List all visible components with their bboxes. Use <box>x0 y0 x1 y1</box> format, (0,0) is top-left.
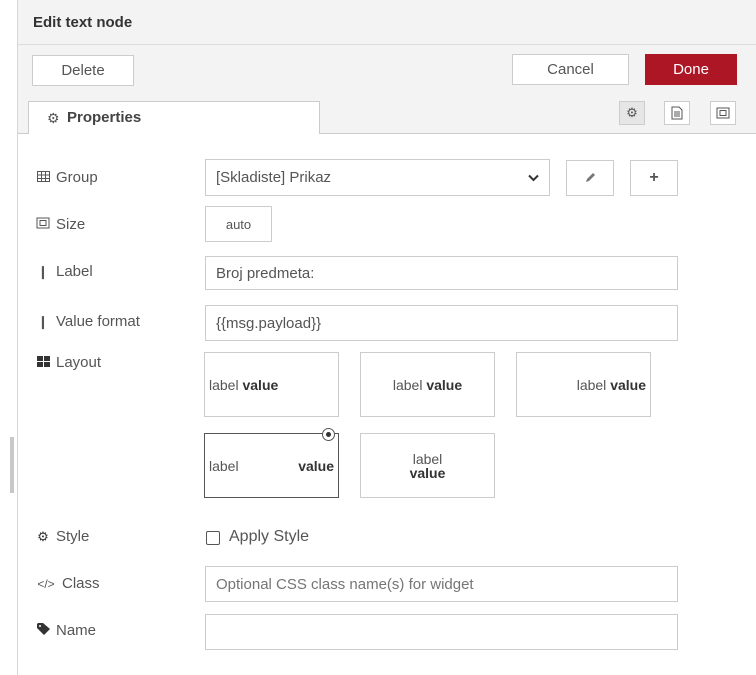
layout-option-spread[interactable]: label value <box>204 428 339 498</box>
layout-option-label: label <box>392 376 423 393</box>
i-cursor-icon: ❙ <box>37 313 49 329</box>
layout-option-value: value <box>242 376 279 393</box>
layout-option-label: label <box>209 376 239 393</box>
layout-option-label: label <box>412 450 443 467</box>
table-icon <box>35 170 51 185</box>
layout-option-label: label <box>209 457 239 474</box>
cancel-button[interactable]: Cancel <box>512 54 629 85</box>
tray-header: Edit text node <box>18 0 756 45</box>
group-select[interactable]: [Skladiste] Prikaz <box>205 159 550 196</box>
size-label-text: Size <box>56 216 86 233</box>
layout-option-value: value <box>409 464 446 481</box>
layout-label-text: Layout <box>56 354 102 371</box>
name-input[interactable] <box>205 614 678 650</box>
group-select-value: [Skladiste] Prikaz <box>216 169 332 186</box>
size-icon <box>35 217 51 232</box>
resize-handle[interactable] <box>10 437 14 493</box>
description-tab-button[interactable] <box>664 101 690 125</box>
pencil-icon <box>586 173 595 182</box>
size-button[interactable]: auto <box>205 206 272 242</box>
value-format-label-text: Value format <box>56 313 140 330</box>
layout-option-end[interactable]: label value <box>516 352 651 417</box>
i-cursor-icon: ❙ <box>37 263 49 279</box>
group-label-text: Group <box>56 169 98 186</box>
code-icon: </> <box>37 576 55 591</box>
tray-toolbar: Delete Cancel Done <box>18 45 756 93</box>
edit-group-button[interactable] <box>566 160 614 196</box>
layout-label: Layout <box>35 354 101 371</box>
layout-option-start[interactable]: label value <box>204 352 339 417</box>
chevron-down-icon <box>528 169 539 186</box>
label-label: ❙ Label <box>35 263 93 280</box>
add-group-button[interactable]: + <box>630 160 678 196</box>
apply-style-label[interactable]: Apply Style <box>229 528 309 546</box>
done-button[interactable]: Done <box>645 54 737 85</box>
cog-icon: ⚙ <box>626 105 638 120</box>
tab-label: Properties <box>67 109 142 126</box>
label-input[interactable] <box>205 256 678 290</box>
plus-icon: + <box>649 169 659 186</box>
layout-option-center[interactable]: label value <box>360 352 495 417</box>
properties-tab-button[interactable]: ⚙ <box>619 101 645 125</box>
layout-option-value: value <box>610 376 646 393</box>
group-label: Group <box>35 169 98 186</box>
tab-properties[interactable]: ⚙ Properties <box>28 101 320 134</box>
workspace-edge <box>0 0 18 675</box>
name-label: Name <box>35 622 96 639</box>
apply-style-checkbox[interactable] <box>206 531 220 545</box>
name-label-text: Name <box>56 622 97 639</box>
layout-option-stacked[interactable]: label value <box>360 433 495 498</box>
layout-option-value: value <box>426 376 463 393</box>
class-input[interactable] <box>205 566 678 602</box>
style-label-text: Style <box>56 528 90 545</box>
class-label: </> Class <box>35 575 100 592</box>
delete-button[interactable]: Delete <box>32 55 134 86</box>
layout-option-label: label <box>576 376 607 393</box>
label-label-text: Label <box>56 263 93 280</box>
tray-title: Edit text node <box>33 14 133 31</box>
cog-icon: ⚙ <box>47 110 60 126</box>
appearance-tab-button[interactable] <box>710 101 736 125</box>
tag-icon <box>35 623 51 638</box>
class-label-text: Class <box>62 575 100 592</box>
size-label: Size <box>35 216 85 233</box>
tab-bar: ⚙ Properties ⚙ <box>18 93 756 134</box>
size-icon <box>716 107 730 119</box>
file-text-icon <box>671 106 683 120</box>
layout-option-value: value <box>298 457 334 474</box>
value-format-label: ❙ Value format <box>35 313 140 330</box>
th-large-icon <box>35 355 51 370</box>
cog-icon: ⚙ <box>37 528 49 544</box>
style-label: ⚙ Style <box>35 528 89 545</box>
value-format-input[interactable] <box>205 305 678 341</box>
